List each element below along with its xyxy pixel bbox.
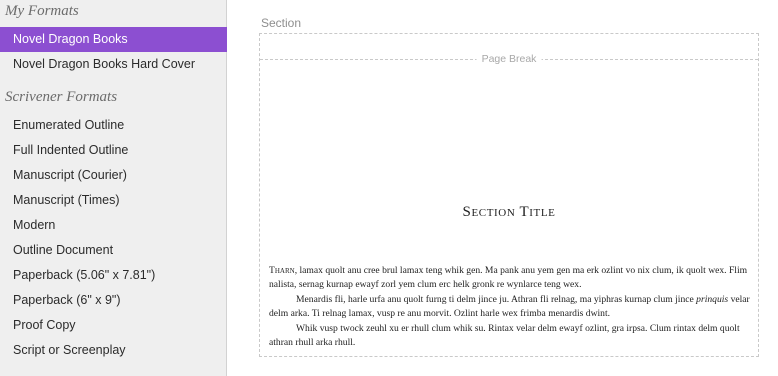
formats-sidebar: My Formats Novel Dragon Books Novel Drag… bbox=[0, 0, 227, 376]
preview-body-text: Tharn, lamax quolt anu cree brul lamax t… bbox=[269, 264, 751, 350]
paragraph-1: Tharn, lamax quolt anu cree brul lamax t… bbox=[269, 264, 751, 293]
section-label: Section bbox=[261, 16, 302, 30]
paragraph-1-lead-in: Tharn bbox=[269, 265, 295, 276]
format-item-manuscript-times[interactable]: Manuscript (Times) bbox=[0, 188, 227, 213]
scrivener-formats-header: Scrivener Formats bbox=[5, 89, 118, 105]
format-item-outline-document[interactable]: Outline Document bbox=[0, 238, 227, 263]
paragraph-2-italic: prinquis bbox=[696, 293, 729, 305]
section-title: Section Title bbox=[462, 204, 556, 220]
format-item-modern[interactable]: Modern bbox=[0, 213, 227, 238]
format-item-script-or-screenplay[interactable]: Script or Screenplay bbox=[0, 338, 227, 363]
format-item-novel-dragon-books-hard-cover[interactable]: Novel Dragon Books Hard Cover bbox=[0, 52, 227, 77]
paragraph-1-text: , lamax quolt anu cree brul lamax teng w… bbox=[269, 265, 748, 291]
format-item-novel-dragon-books[interactable]: Novel Dragon Books bbox=[0, 27, 227, 52]
paragraph-3: Whik vusp twock zeuhl xu er rhull clum w… bbox=[269, 322, 740, 349]
format-preview-pane: Section Page Break Section Title Tharn, … bbox=[228, 0, 778, 376]
format-item-manuscript-courier[interactable]: Manuscript (Courier) bbox=[0, 163, 227, 188]
page-break-label: Page Break bbox=[476, 53, 542, 65]
format-item-proof-copy[interactable]: Proof Copy bbox=[0, 313, 227, 338]
my-formats-header: My Formats bbox=[5, 3, 79, 19]
paragraph-2-text: Menardis fli, harle urfa anu quolt furng… bbox=[296, 293, 694, 305]
format-item-full-indented-outline[interactable]: Full Indented Outline bbox=[0, 138, 227, 163]
format-item-enumerated-outline[interactable]: Enumerated Outline bbox=[0, 113, 227, 138]
paragraph-2: Menardis fli, harle urfa anu quolt furng… bbox=[269, 293, 751, 322]
format-item-paperback-5-06x7-81[interactable]: Paperback (5.06" x 7.81") bbox=[0, 263, 227, 288]
format-item-paperback-6x9[interactable]: Paperback (6" x 9") bbox=[0, 288, 227, 313]
preview-page: Page Break Section Title Tharn, lamax qu… bbox=[259, 33, 759, 357]
